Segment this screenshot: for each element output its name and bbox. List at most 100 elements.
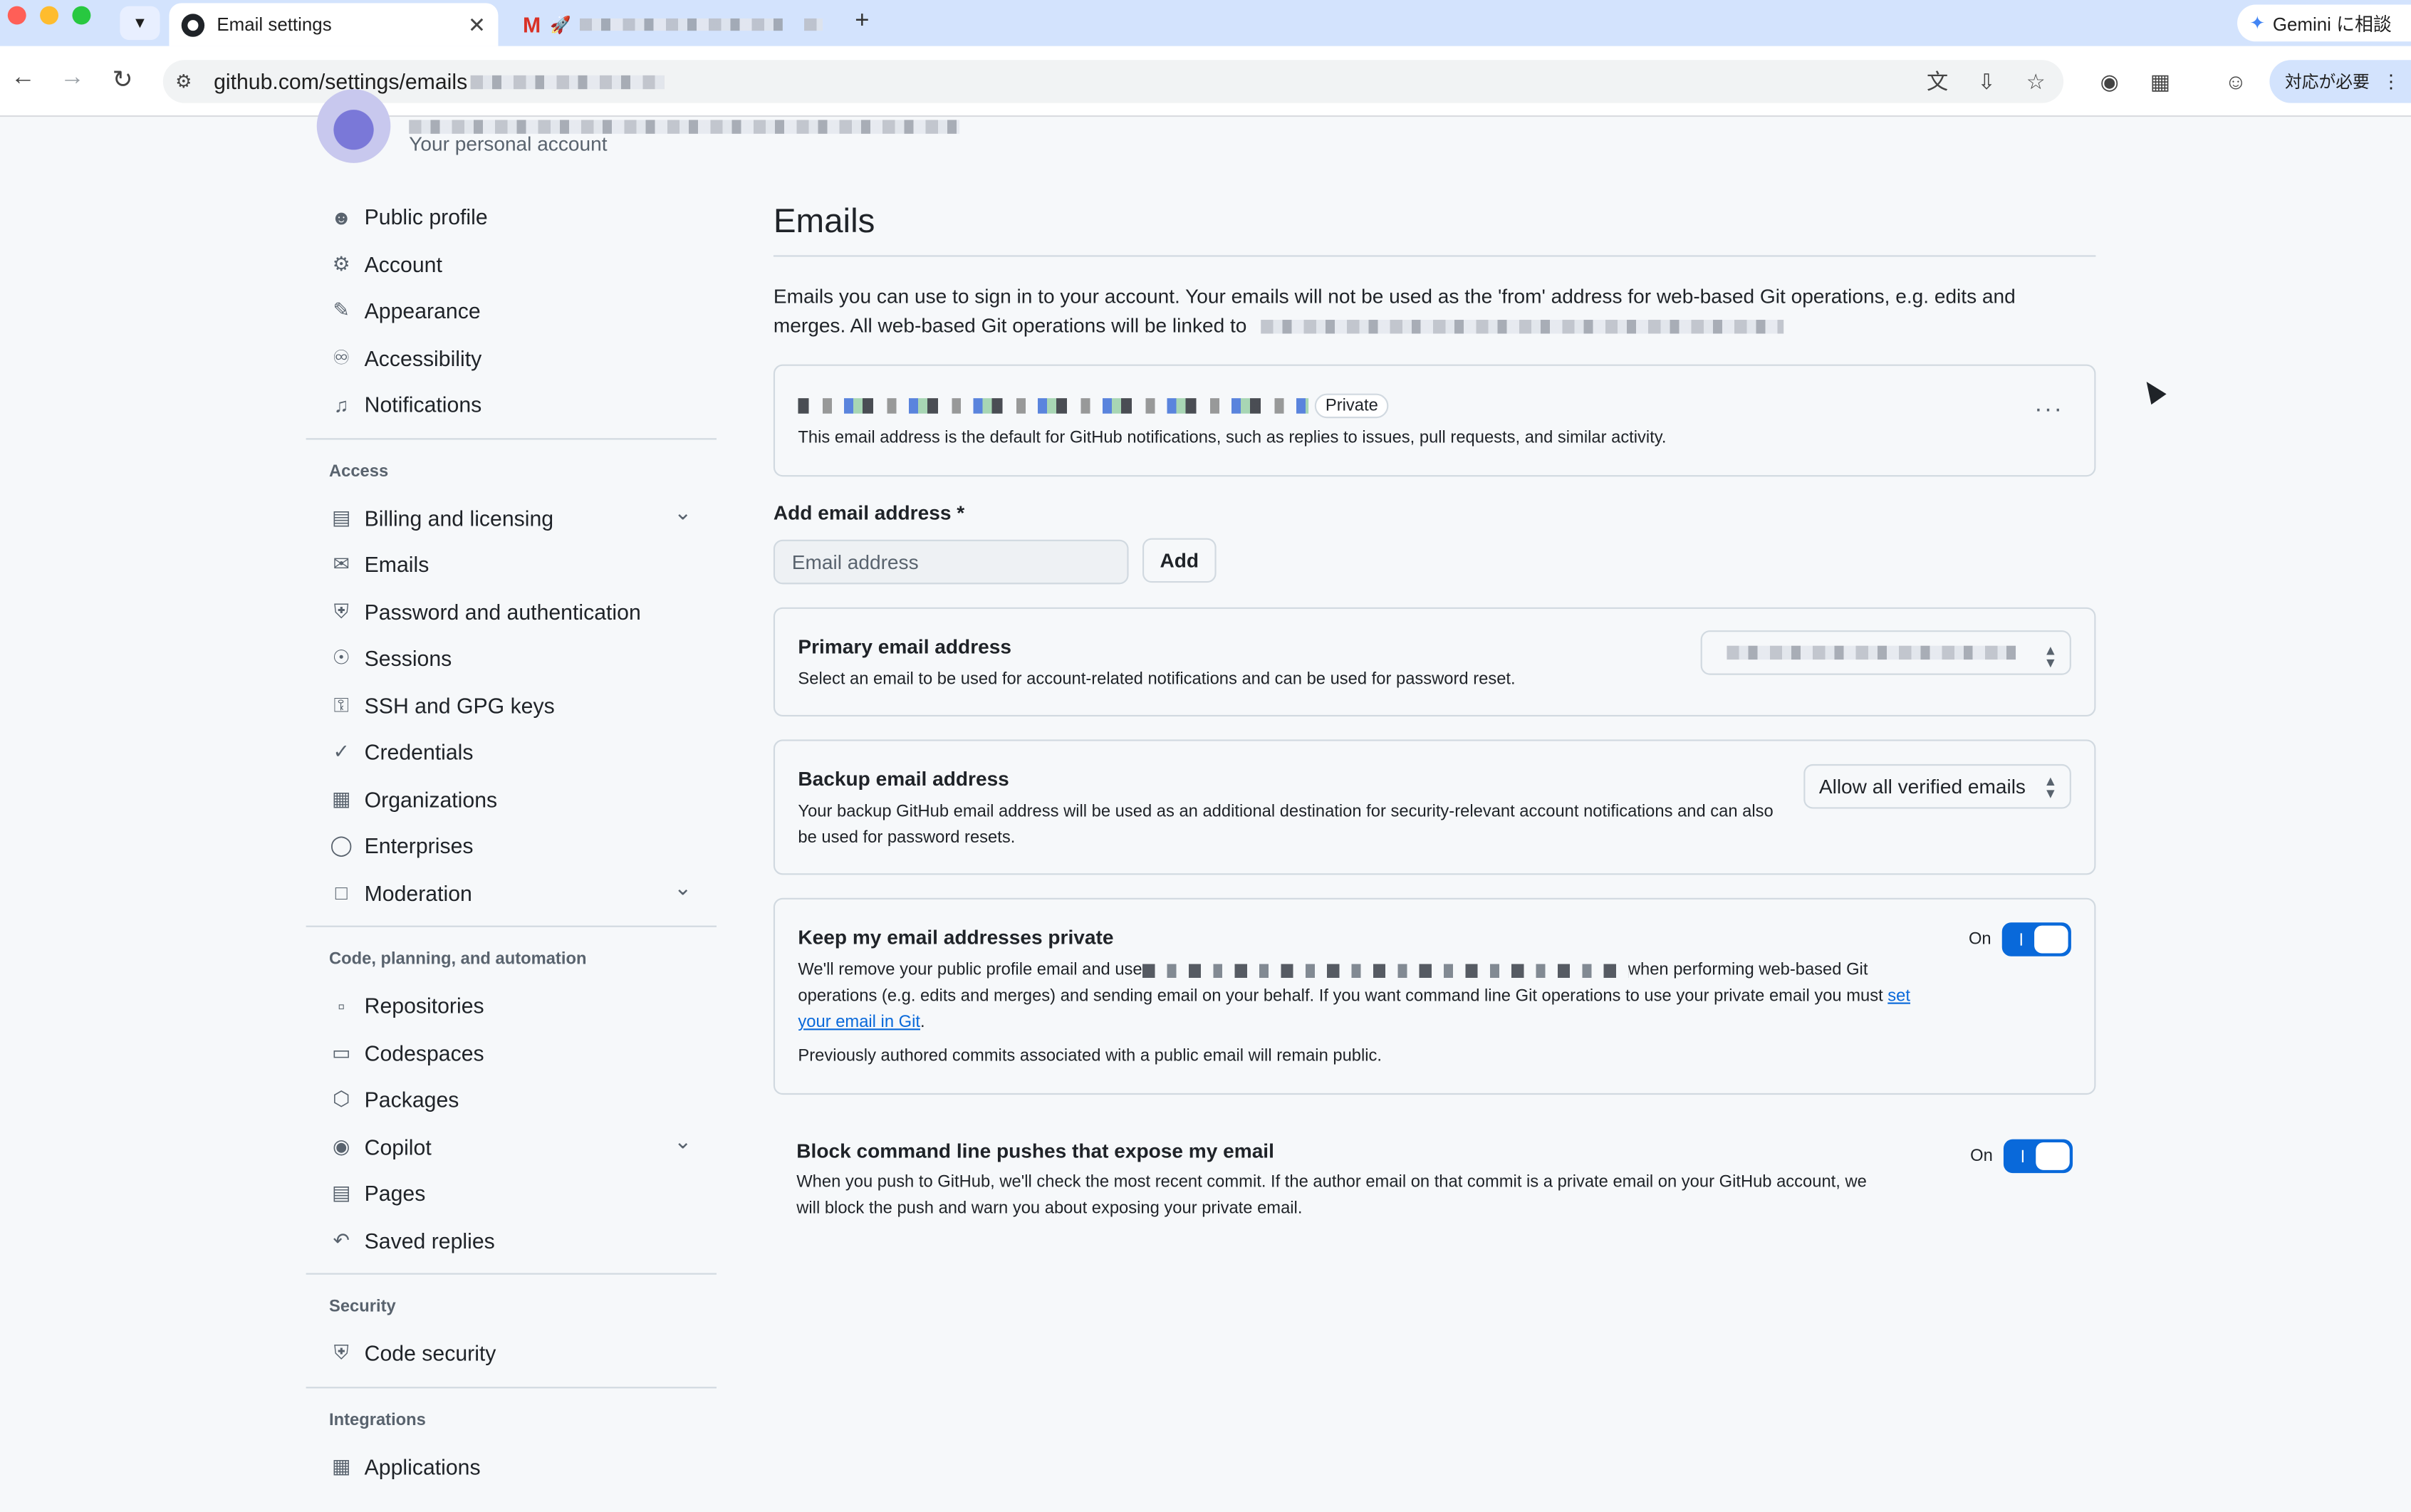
sidebar-item-account[interactable]: ⚙ Account (306, 241, 717, 288)
browser-window: ▼ Email settings ✕ M 🚀 + ✦ Gemini に相談 ← … (0, 0, 2411, 1512)
sidebar-divider (306, 437, 717, 439)
url-text: github.com/settings/emails (214, 69, 468, 94)
backup-email-select[interactable]: Allow all verified emails ▲ ▼ (1803, 763, 2071, 809)
sidebar-item-notifications[interactable]: ♫ Notifications (306, 381, 717, 428)
shield-lock-icon: ⛨ (333, 599, 349, 622)
sidebar-item-public-profile[interactable]: ☻ Public profile (306, 194, 717, 241)
sidebar-item-label: Applications (364, 1454, 481, 1479)
sidebar-item-label: Password and authentication (364, 599, 641, 624)
sidebar-item-packages[interactable]: ⬡ Packages (306, 1076, 717, 1123)
install-app-icon[interactable]: ⇩ (1972, 66, 2002, 97)
github-logo-icon (181, 13, 205, 36)
sidebar-item-repositories[interactable]: ▫ Repositories (306, 982, 717, 1029)
primary-email-select[interactable]: ▲ ▼ (1700, 630, 2071, 675)
sidebar-item-codespaces[interactable]: ▭ Codespaces (306, 1029, 717, 1076)
maximize-window-button[interactable] (72, 6, 91, 25)
sidebar-group-profile: ☻ Public profile ⚙ Account ✎ Appearance ♾ Acces… (306, 194, 717, 428)
mouse-cursor (2139, 376, 2167, 405)
sidebar-group-title-security: Security (328, 1298, 396, 1316)
sidebar-item-billing-and-licensing[interactable]: ▤ Billing and licensing ⌄ (306, 494, 717, 541)
address-bar[interactable]: ⚙ github.com/settings/emails 文 ⇩ ☆ (162, 60, 2064, 103)
forward-arrow-icon[interactable]: → (60, 65, 85, 93)
site-info-icon[interactable]: ⚙ (175, 71, 200, 92)
keep-private-toggle-group: On (1969, 922, 2071, 956)
gemini-sparkle-icon: ✦ (2249, 12, 2266, 34)
password-manager-icon[interactable]: ◉ (2094, 66, 2125, 97)
sidebar-item-pages[interactable]: ▤ Pages (306, 1170, 717, 1217)
add-email-button[interactable]: Add (1142, 538, 1217, 583)
sidebar-item-ssh-and-gpg-keys[interactable]: ⚿ SSH and GPG keys (306, 682, 717, 729)
sidebar-item-label: Moderation (364, 880, 472, 905)
sidebar-item-accessibility[interactable]: ♾ Accessibility (306, 335, 717, 382)
sidebar-item-label: Accessibility (364, 345, 482, 370)
tab-gmail[interactable]: M 🚀 (516, 3, 843, 46)
block-push-section: Block command line pushes that expose my… (796, 1139, 2095, 1223)
sidebar-item-saved-replies[interactable]: ↶ Saved replies (306, 1217, 717, 1264)
package-icon: ⬡ (332, 1087, 350, 1111)
minimize-window-button[interactable] (40, 6, 59, 25)
keep-private-text-end: . (920, 1013, 925, 1032)
needs-action-label: 対応が必要 (2284, 73, 2370, 93)
sidebar-item-sessions[interactable]: ☉ Sessions (306, 635, 717, 682)
redacted-tab-icon (804, 18, 823, 31)
translate-icon[interactable]: 文 (1922, 66, 1952, 97)
needs-action-button[interactable]: 対応が必要 ⋮ (2269, 60, 2411, 103)
sidebar-group-title-integrations: Integrations (328, 1410, 426, 1429)
sidebar-item-label: Copilot (364, 1134, 432, 1159)
block-push-toggle[interactable] (2003, 1139, 2073, 1174)
sidebar-item-emails[interactable]: ✉ Emails (306, 541, 717, 588)
email-address-input[interactable]: Email address (773, 539, 1129, 585)
sidebar-item-label: Repositories (364, 994, 484, 1018)
backup-email-selected: Allow all verified emails (1818, 775, 2026, 798)
redacted-noreply-email (1261, 320, 1785, 334)
more-vert-icon[interactable]: ⋮ (2382, 71, 2400, 92)
sidebar-item-copilot[interactable]: ◉ Copilot ⌄ (306, 1123, 717, 1170)
browser-icon: ▤ (331, 1181, 351, 1204)
tab-list-chevron-icon[interactable]: ▼ (120, 6, 160, 41)
avatar[interactable] (316, 89, 391, 163)
paintbrush-icon: ✎ (333, 298, 350, 322)
back-arrow-icon[interactable]: ← (11, 65, 36, 93)
sidebar-item-moderation[interactable]: □ Moderation ⌄ (306, 870, 717, 917)
primary-email-description: Select an email to be used for account-r… (798, 670, 1516, 689)
emails-main: Emails Emails you can use to sign in to … (773, 194, 2096, 1218)
sidebar-item-label: Packages (364, 1087, 459, 1112)
organization-icon: ▦ (331, 786, 351, 810)
sidebar-item-label: Public profile (364, 204, 488, 230)
chevron-down-icon[interactable]: ⌄ (674, 874, 692, 900)
shield-check-icon: ✓ (333, 739, 350, 763)
sidebar-item-password-and-authentication[interactable]: ⛨ Password and authentication (306, 588, 717, 635)
chevron-down-icon[interactable]: ⌄ (674, 499, 692, 526)
profile-icon[interactable]: ☺ (2220, 66, 2251, 97)
sidebar-item-organizations[interactable]: ▦ Organizations (306, 776, 717, 823)
tab-email-settings[interactable]: Email settings ✕ (169, 3, 499, 46)
extensions-puzzle-icon[interactable]: ▦ (2145, 66, 2176, 97)
mail-icon: ✉ (333, 552, 350, 575)
sidebar-item-code-security[interactable]: ⛨ Code security (306, 1330, 717, 1377)
sidebar-group-code: ▫ Repositories ▭ Codespaces ⬡ Packages ◉ Copilo… (306, 982, 717, 1263)
bookmark-star-icon[interactable]: ☆ (2021, 66, 2051, 97)
sidebar-group-title-code: Code, planning, and automation (328, 950, 587, 969)
sidebar-divider (306, 925, 717, 927)
new-tab-button[interactable]: + (855, 8, 869, 36)
sidebar-group-integrations: ▦ Applications (306, 1443, 717, 1490)
close-tab-icon[interactable]: ✕ (468, 12, 486, 38)
sidebar-item-appearance[interactable]: ✎ Appearance (306, 288, 717, 335)
sidebar-item-enterprises[interactable]: ◯ Enterprises (306, 823, 717, 870)
email-options-kebab-icon[interactable]: ··· (2034, 397, 2063, 424)
reload-icon[interactable]: ↻ (113, 65, 133, 95)
omnibox-actions: 文 ⇩ ☆ (1922, 60, 2063, 103)
keep-private-description: We'll remove your public profile email a… (798, 958, 1920, 1036)
chevron-down-icon[interactable]: ⌄ (674, 1127, 692, 1154)
person-icon: ☻ (330, 205, 353, 229)
sidebar-item-applications[interactable]: ▦ Applications (306, 1443, 717, 1490)
settings-sidebar: ☻ Public profile ⚙ Account ✎ Appearance ♾ Acces… (306, 194, 717, 1490)
keep-private-toggle[interactable] (2001, 922, 2071, 956)
sidebar-item-label: Account (364, 251, 442, 277)
gemini-button[interactable]: ✦ Gemini に相談 (2237, 4, 2411, 42)
close-window-button[interactable] (7, 6, 26, 25)
repo-icon: ▫ (338, 994, 345, 1018)
sidebar-item-credentials[interactable]: ✓ Credentials (306, 729, 717, 776)
block-push-description: When you push to GitHub, we'll check the… (796, 1173, 1867, 1218)
keep-private-card: Keep my email addresses private We'll re… (773, 897, 2096, 1095)
